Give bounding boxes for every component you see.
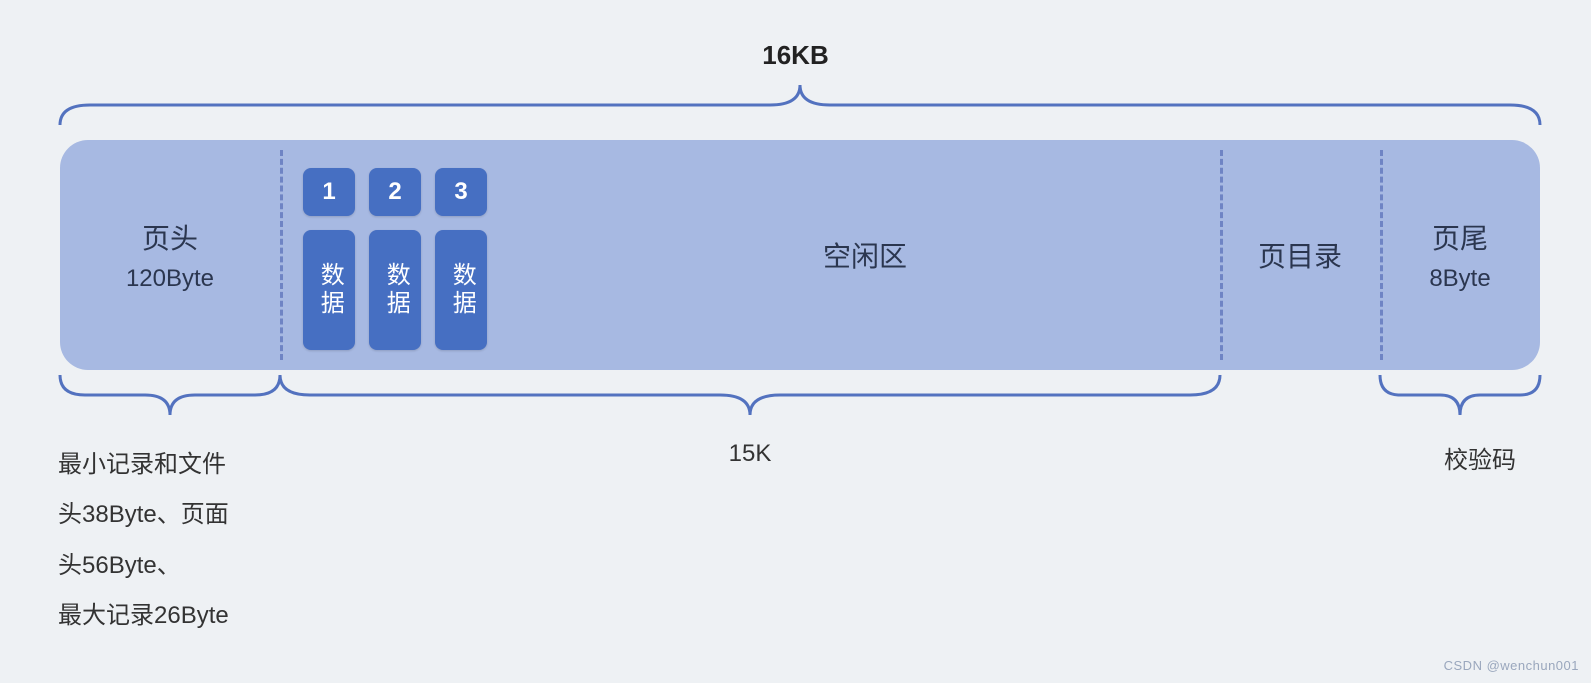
segment-header: 页头 120Byte bbox=[60, 140, 280, 370]
brace-dataarea-icon bbox=[280, 375, 1220, 420]
header-size: 120Byte bbox=[126, 265, 214, 293]
header-title: 页头 bbox=[142, 217, 198, 257]
brace-header-icon bbox=[60, 375, 280, 420]
segment-tail: 页尾 8Byte bbox=[1380, 140, 1540, 370]
segment-data: 1 2 3 数据 数据 数据 bbox=[280, 140, 510, 370]
dir-title: 页目录 bbox=[1258, 235, 1342, 275]
segment-free: 空闲区 bbox=[510, 140, 1220, 370]
data-index-box: 2 bbox=[369, 168, 421, 216]
tail-size: 8Byte bbox=[1429, 265, 1490, 293]
page-bar: 页头 120Byte 1 2 3 数据 数据 数据 空闲区 页目录 页尾 bbox=[60, 140, 1540, 370]
tail-checksum-label: 校验码 bbox=[1400, 440, 1560, 475]
tail-title: 页尾 bbox=[1432, 217, 1488, 257]
data-index-box: 1 bbox=[303, 168, 355, 216]
header-notes: 最小记录和文件 头38Byte、页面 头56Byte、 最大记录26Byte bbox=[58, 440, 288, 642]
data-cell-box: 数据 bbox=[369, 230, 421, 350]
free-title: 空闲区 bbox=[823, 235, 907, 275]
total-size-label: 16KB bbox=[0, 40, 1591, 71]
data-area-size-label: 15K bbox=[280, 440, 1220, 468]
data-cell-box: 数据 bbox=[303, 230, 355, 350]
watermark: CSDN @wenchun001 bbox=[1444, 658, 1579, 673]
diagram-stage: 16KB 页头 120Byte 1 2 3 数据 数据 数据 空闲区 bbox=[0, 0, 1591, 683]
header-note-line: 最大记录26Byte bbox=[58, 591, 288, 641]
data-index-box: 3 bbox=[435, 168, 487, 216]
header-note-line: 最小记录和文件 bbox=[58, 440, 288, 490]
header-note-line: 头38Byte、页面 bbox=[58, 490, 288, 540]
brace-tail-icon bbox=[1380, 375, 1540, 420]
data-cell-box: 数据 bbox=[435, 230, 487, 350]
header-note-line: 头56Byte、 bbox=[58, 541, 288, 591]
brace-top-icon bbox=[60, 80, 1540, 130]
segment-directory: 页目录 bbox=[1220, 140, 1380, 370]
